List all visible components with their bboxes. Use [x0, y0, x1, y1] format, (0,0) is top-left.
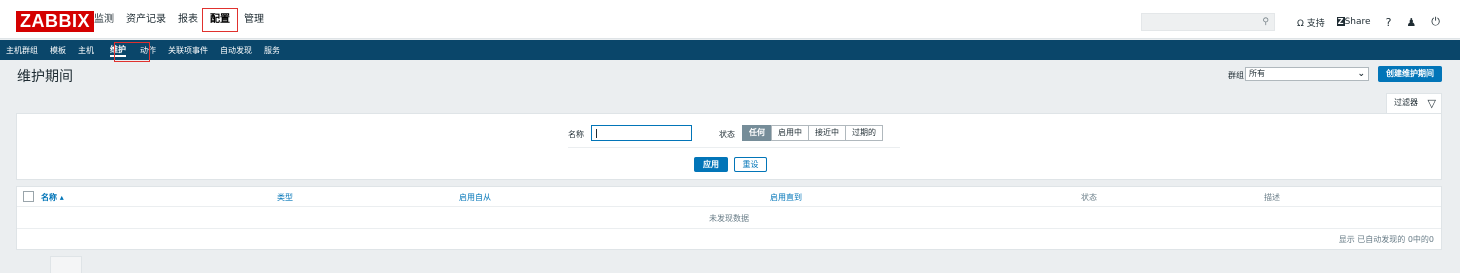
reset-button[interactable]: 重设 [734, 157, 767, 172]
status-option-any[interactable]: 任何 [742, 125, 772, 141]
filter-status-label: 状态 [719, 130, 735, 139]
sub-nav: 主机群组 模板 主机 维护 动作 关联项事件 自动发现 服务 [0, 40, 1460, 60]
filter-name-input[interactable] [591, 125, 692, 141]
help-icon[interactable]: ? [1386, 16, 1392, 29]
zabbix-share-icon: Z [1336, 17, 1345, 26]
sub-nav-templates[interactable]: 模板 [50, 45, 66, 56]
zabbix-logo[interactable]: ZABBIX [16, 11, 94, 32]
headset-icon: Ω [1297, 18, 1304, 29]
empty-row: 未发现数据 [17, 208, 1441, 229]
subnav-highlight-box [114, 42, 150, 62]
power-icon[interactable]: ⏻ [1431, 15, 1440, 29]
footer-action-button[interactable] [50, 256, 82, 273]
filter-tab-label: 过滤器 [1394, 98, 1418, 107]
select-all-checkbox[interactable] [23, 191, 34, 202]
search-icon[interactable]: ⚲ [1262, 17, 1269, 27]
funnel-icon: ▽ [1427, 97, 1436, 110]
top-bar: ZABBIX 监测 资产记录 报表 配置 管理 ⚲ Ω 支持 ZShare ? … [0, 0, 1460, 39]
main-nav-reports[interactable]: 报表 [178, 8, 198, 31]
share-link[interactable]: ZShare [1336, 17, 1371, 27]
status-option-approaching[interactable]: 接近中 [808, 125, 846, 141]
main-nav-configuration[interactable]: 配置 [202, 7, 238, 32]
main-nav-administration[interactable]: 管理 [244, 8, 264, 31]
filter-tab[interactable]: 过滤器 ▽ [1386, 93, 1442, 113]
column-active-since[interactable]: 启用自从 [459, 192, 491, 203]
status-option-expired[interactable]: 过期的 [845, 125, 883, 141]
sub-nav-event-correlation[interactable]: 关联项事件 [168, 45, 208, 56]
column-description: 描述 [1264, 193, 1280, 202]
sub-nav-services[interactable]: 服务 [264, 45, 280, 56]
main-nav-inventory[interactable]: 资产记录 [126, 8, 166, 31]
column-active-till[interactable]: 启用直到 [770, 192, 802, 203]
group-select[interactable]: 所有 ⌄ [1245, 67, 1369, 81]
group-label: 群组 [1228, 71, 1244, 80]
global-search-input[interactable]: ⚲ [1141, 13, 1275, 31]
column-type[interactable]: 类型 [277, 192, 293, 203]
filter-divider [568, 147, 900, 148]
support-link[interactable]: Ω 支持 [1297, 16, 1325, 29]
apply-button[interactable]: 应用 [694, 157, 728, 172]
filter-panel: 名称 状态 任何 启用中 接近中 过期的 应用 重设 [16, 113, 1442, 180]
chevron-down-icon: ⌄ [1357, 69, 1365, 79]
sub-nav-hosts[interactable]: 主机 [78, 45, 94, 56]
filter-name-label: 名称 [568, 130, 584, 139]
top-right-tools: ⚲ Ω 支持 ZShare ? ♟ ⏻ [1141, 13, 1440, 31]
row-count: 显示 已自动发现的 0中的0 [1338, 235, 1434, 244]
sub-nav-discovery[interactable]: 自动发现 [220, 45, 252, 56]
column-state: 状态 [1081, 193, 1097, 202]
page-title: 维护期间 [17, 69, 73, 85]
main-nav: 监测 资产记录 报表 配置 管理 [94, 0, 276, 39]
filter-status-segmented: 任何 启用中 接近中 过期的 [742, 125, 883, 141]
user-icon[interactable]: ♟ [1406, 16, 1416, 29]
create-maintenance-button[interactable]: 创建维护期间 [1378, 66, 1442, 82]
sub-nav-host-groups[interactable]: 主机群组 [6, 45, 38, 56]
table-header: 名称 ▴ 类型 启用自从 启用直到 状态 描述 [17, 187, 1441, 207]
main-nav-monitoring[interactable]: 监测 [94, 8, 114, 31]
maintenance-table: 名称 ▴ 类型 启用自从 启用直到 状态 描述 未发现数据 显示 已自动发现的 … [16, 186, 1442, 250]
column-name[interactable]: 名称 ▴ [41, 192, 64, 203]
group-select-value: 所有 [1249, 69, 1265, 78]
status-option-active[interactable]: 启用中 [771, 125, 809, 141]
